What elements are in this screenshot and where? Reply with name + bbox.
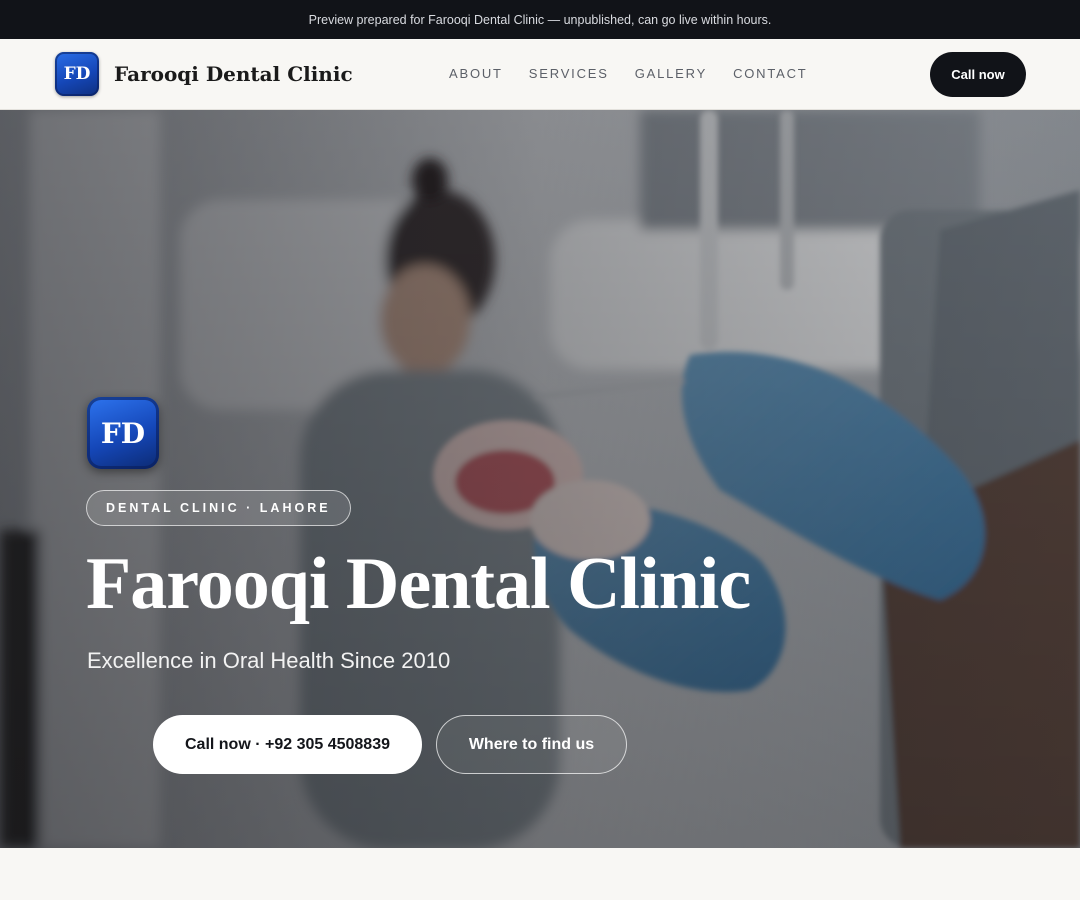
nav-link-gallery[interactable]: GALLERY: [635, 66, 707, 81]
hero-section: FD DENTAL CLINIC · LAHORE Farooqi Dental…: [0, 110, 1080, 848]
nav-link-about[interactable]: ABOUT: [449, 66, 503, 81]
announcement-bar: Preview prepared for Farooqi Dental Clin…: [0, 0, 1080, 39]
hero-title: Farooqi Dental Clinic: [86, 543, 751, 625]
brand-name[interactable]: Farooqi Dental Clinic: [114, 62, 353, 86]
clinic-logo-icon[interactable]: FD: [55, 52, 99, 96]
main-nav: ABOUT SERVICES GALLERY CONTACT: [449, 66, 834, 81]
hero-logo-icon: FD: [87, 397, 159, 469]
location-badge: DENTAL CLINIC · LAHORE: [86, 490, 351, 526]
nav-link-contact[interactable]: CONTACT: [733, 66, 807, 81]
brand[interactable]: FD Farooqi Dental Clinic: [55, 52, 353, 96]
where-to-find-us-button[interactable]: Where to find us: [436, 715, 627, 774]
next-section: [0, 848, 1080, 900]
site-header: FD Farooqi Dental Clinic ABOUT SERVICES …: [0, 39, 1080, 110]
hero-subtitle: Excellence in Oral Health Since 2010: [87, 648, 451, 673]
call-now-button[interactable]: Call now: [930, 52, 1026, 97]
call-now-phone-button[interactable]: Call now · +92 305 4508839: [153, 715, 422, 774]
nav-link-services[interactable]: SERVICES: [529, 66, 609, 81]
announcement-text: Preview prepared for Farooqi Dental Clin…: [308, 12, 772, 27]
